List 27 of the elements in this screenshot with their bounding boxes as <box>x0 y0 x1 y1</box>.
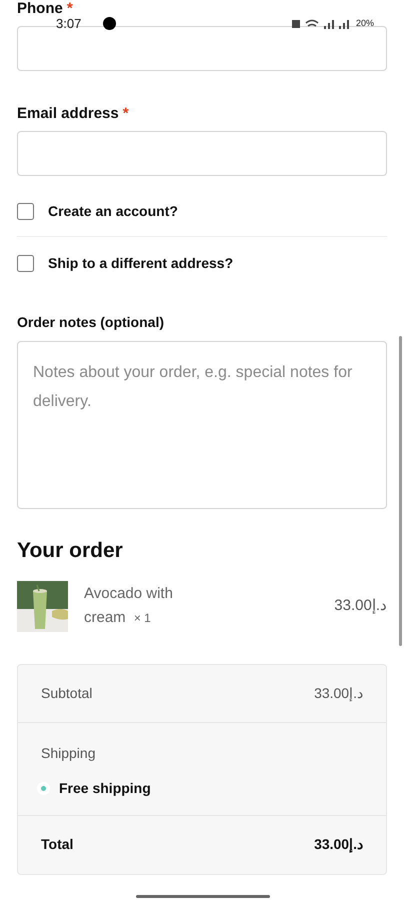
required-mark: * <box>66 0 73 17</box>
radio-button[interactable] <box>37 782 50 794</box>
checkbox[interactable] <box>17 203 34 220</box>
item-name: Avocado with cream × 1 <box>84 584 174 628</box>
required-mark: * <box>122 105 129 122</box>
home-indicator[interactable] <box>136 895 270 898</box>
item-price: 33.00د.إ <box>334 596 387 616</box>
signal-icon <box>292 18 352 30</box>
checkbox[interactable] <box>17 255 34 272</box>
summary-label: Subtotal <box>41 684 92 702</box>
summary-value: 33.00د.إ <box>314 684 363 704</box>
status-time: 3:07 <box>56 15 82 33</box>
notification-icon <box>103 17 116 30</box>
field-label: Phone <box>17 0 63 17</box>
section-title: Your order <box>17 538 124 564</box>
input-field[interactable] <box>17 131 387 176</box>
field-label: Order notes (optional) <box>17 313 165 332</box>
field-label: Email address <box>17 105 119 122</box>
battery-level: 20% <box>356 17 374 30</box>
scrollbar[interactable] <box>399 336 402 646</box>
radio-label[interactable]: Free shipping <box>59 778 151 798</box>
checkbox-label[interactable]: Ship to a different address? <box>48 253 234 274</box>
checkbox-label[interactable]: Create an account? <box>48 201 178 222</box>
summary-value: 33.00د.إ <box>314 835 363 855</box>
summary-label: Total <box>41 835 74 854</box>
notes-field[interactable]: Notes about your order, e.g. special notes for delivery. <box>17 341 387 509</box>
summary-label: Shipping <box>41 744 96 763</box>
